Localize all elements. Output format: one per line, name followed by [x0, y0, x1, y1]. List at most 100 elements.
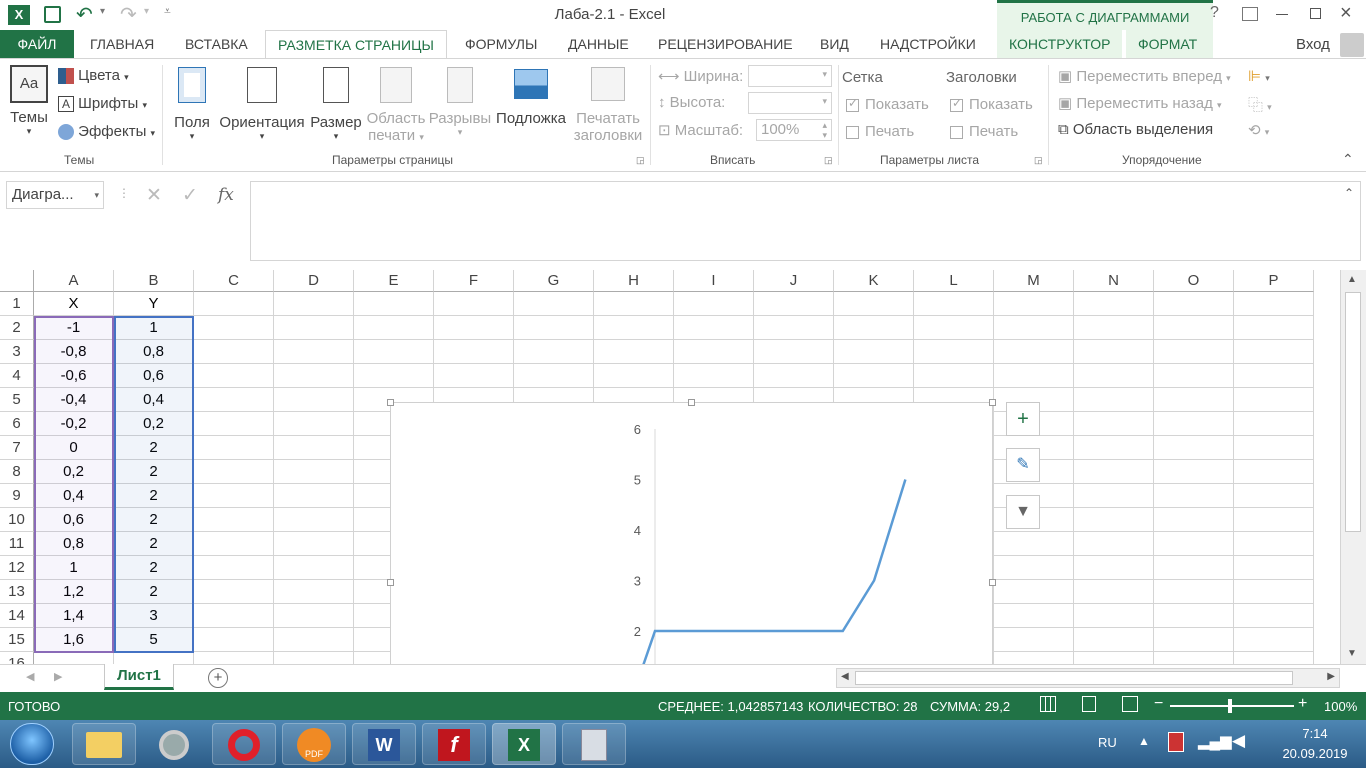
cell-n3[interactable] [1074, 340, 1154, 364]
cell-m12[interactable] [994, 556, 1074, 580]
cell-d12[interactable] [274, 556, 354, 580]
cell-n13[interactable] [1074, 580, 1154, 604]
enter-icon[interactable]: ✓ [182, 184, 198, 207]
cell-i2[interactable] [674, 316, 754, 340]
tab-home[interactable]: ГЛАВНАЯ [78, 30, 166, 58]
cell-c13[interactable] [194, 580, 274, 604]
cell-f1[interactable] [434, 292, 514, 316]
selection-pane-button[interactable]: ⧉ Область выделения [1058, 121, 1213, 138]
cell-m15[interactable] [994, 628, 1074, 652]
cell-e2[interactable] [354, 316, 434, 340]
tray-network-icon[interactable]: ▂▄▆ [1198, 732, 1232, 750]
cell-m14[interactable] [994, 604, 1074, 628]
fit-launcher-icon[interactable]: ◲ [824, 155, 833, 166]
redo-dropdown-icon[interactable]: ▾ [144, 6, 149, 17]
row-header-10[interactable]: 10 [0, 508, 34, 532]
cell-m2[interactable] [994, 316, 1074, 340]
word-app[interactable]: W [352, 723, 416, 765]
cell-d13[interactable] [274, 580, 354, 604]
fonts-button[interactable]: A Шрифты ▾ [58, 95, 147, 113]
column-header-o[interactable]: O [1154, 270, 1234, 292]
cell-e4[interactable] [354, 364, 434, 388]
cell-d2[interactable] [274, 316, 354, 340]
undo-dropdown-icon[interactable]: ▾ [100, 6, 105, 17]
tab-review[interactable]: РЕЦЕНЗИРОВАНИЕ [646, 30, 805, 58]
cell-l2[interactable] [914, 316, 994, 340]
save-icon[interactable] [44, 6, 61, 23]
cell-k4[interactable] [834, 364, 914, 388]
cell-d14[interactable] [274, 604, 354, 628]
cell-p2[interactable] [1234, 316, 1314, 340]
cell-p8[interactable] [1234, 460, 1314, 484]
column-header-g[interactable]: G [514, 270, 594, 292]
cell-p4[interactable] [1234, 364, 1314, 388]
zoom-slider[interactable] [1170, 699, 1294, 713]
column-header-l[interactable]: L [914, 270, 994, 292]
flash-app[interactable]: f [422, 723, 486, 765]
page-setup-launcher-icon[interactable]: ◲ [636, 155, 645, 166]
cell-d11[interactable] [274, 532, 354, 556]
normal-view-icon[interactable] [1040, 696, 1056, 712]
chart-styles-button[interactable]: ✎ [1006, 448, 1040, 482]
cell-p11[interactable] [1234, 532, 1314, 556]
sheet-options-launcher-icon[interactable]: ◲ [1034, 155, 1043, 166]
cell-o14[interactable] [1154, 604, 1234, 628]
cell-n1[interactable] [1074, 292, 1154, 316]
cell-o9[interactable] [1154, 484, 1234, 508]
effects-button[interactable]: Эффекты ▾ [58, 123, 155, 141]
gridlines-show-checkbox[interactable]: Показать [846, 96, 929, 113]
zoom-in-icon[interactable]: + [1298, 695, 1307, 713]
cell-c8[interactable] [194, 460, 274, 484]
prev-sheet-icon[interactable]: ◀ [26, 670, 34, 683]
sheet-tab-list1[interactable]: Лист1 [104, 664, 174, 690]
cell-o13[interactable] [1154, 580, 1234, 604]
worksheet-grid[interactable]: ABCDEFGHIJKLMNOP 1 2 3 4 5 6 7 8 9 10 11 12 13 14 15 16… [0, 270, 1340, 664]
scroll-up-icon[interactable]: ▲ [1347, 274, 1357, 285]
cell-h2[interactable] [594, 316, 674, 340]
cell-o15[interactable] [1154, 628, 1234, 652]
cell-n16[interactable] [1074, 652, 1154, 664]
row-header-15[interactable]: 15 [0, 628, 34, 652]
excel-logo-icon[interactable]: X [8, 5, 30, 25]
tab-addins[interactable]: НАДСТРОЙКИ [868, 30, 988, 58]
cell-e3[interactable] [354, 340, 434, 364]
cell-d1[interactable] [274, 292, 354, 316]
cell-c2[interactable] [194, 316, 274, 340]
row-header-1[interactable]: 1 [0, 292, 34, 316]
cell-i1[interactable] [674, 292, 754, 316]
cell-h1[interactable] [594, 292, 674, 316]
cell-d7[interactable] [274, 436, 354, 460]
undo-icon[interactable]: ↶ [76, 2, 93, 27]
cell-c3[interactable] [194, 340, 274, 364]
cell-j3[interactable] [754, 340, 834, 364]
column-header-f[interactable]: F [434, 270, 514, 292]
scroll-down-icon[interactable]: ▼ [1347, 648, 1357, 659]
cell-a1[interactable]: X [34, 292, 114, 316]
next-sheet-icon[interactable]: ▶ [54, 670, 62, 683]
cell-d10[interactable] [274, 508, 354, 532]
collapse-formula-bar-icon[interactable]: ⌃ [1344, 186, 1354, 200]
cell-n14[interactable] [1074, 604, 1154, 628]
cell-g4[interactable] [514, 364, 594, 388]
cell-n15[interactable] [1074, 628, 1154, 652]
formula-input[interactable] [250, 181, 1361, 261]
tab-view[interactable]: ВИД [808, 30, 861, 58]
insert-function-icon[interactable]: fx [218, 185, 234, 205]
cell-o3[interactable] [1154, 340, 1234, 364]
scale-input[interactable]: 100% ▴ ▾ [756, 119, 832, 141]
size-button[interactable]: Размер ▾ [310, 67, 362, 142]
cell-p15[interactable] [1234, 628, 1314, 652]
cell-p5[interactable] [1234, 388, 1314, 412]
cell-o2[interactable] [1154, 316, 1234, 340]
scroll-thumb-vertical[interactable] [1345, 292, 1361, 532]
cell-l3[interactable] [914, 340, 994, 364]
excel-app[interactable]: X [492, 723, 556, 765]
column-header-c[interactable]: C [194, 270, 274, 292]
help-button[interactable]: ? [1210, 4, 1219, 22]
cell-f2[interactable] [434, 316, 514, 340]
align-icon[interactable]: ⊫ ▾ [1248, 67, 1270, 85]
row-header-13[interactable]: 13 [0, 580, 34, 604]
clock-date[interactable]: 20.09.2019 [1270, 746, 1360, 761]
rotate-icon[interactable]: ⟲ ▾ [1248, 121, 1269, 139]
cell-n4[interactable] [1074, 364, 1154, 388]
